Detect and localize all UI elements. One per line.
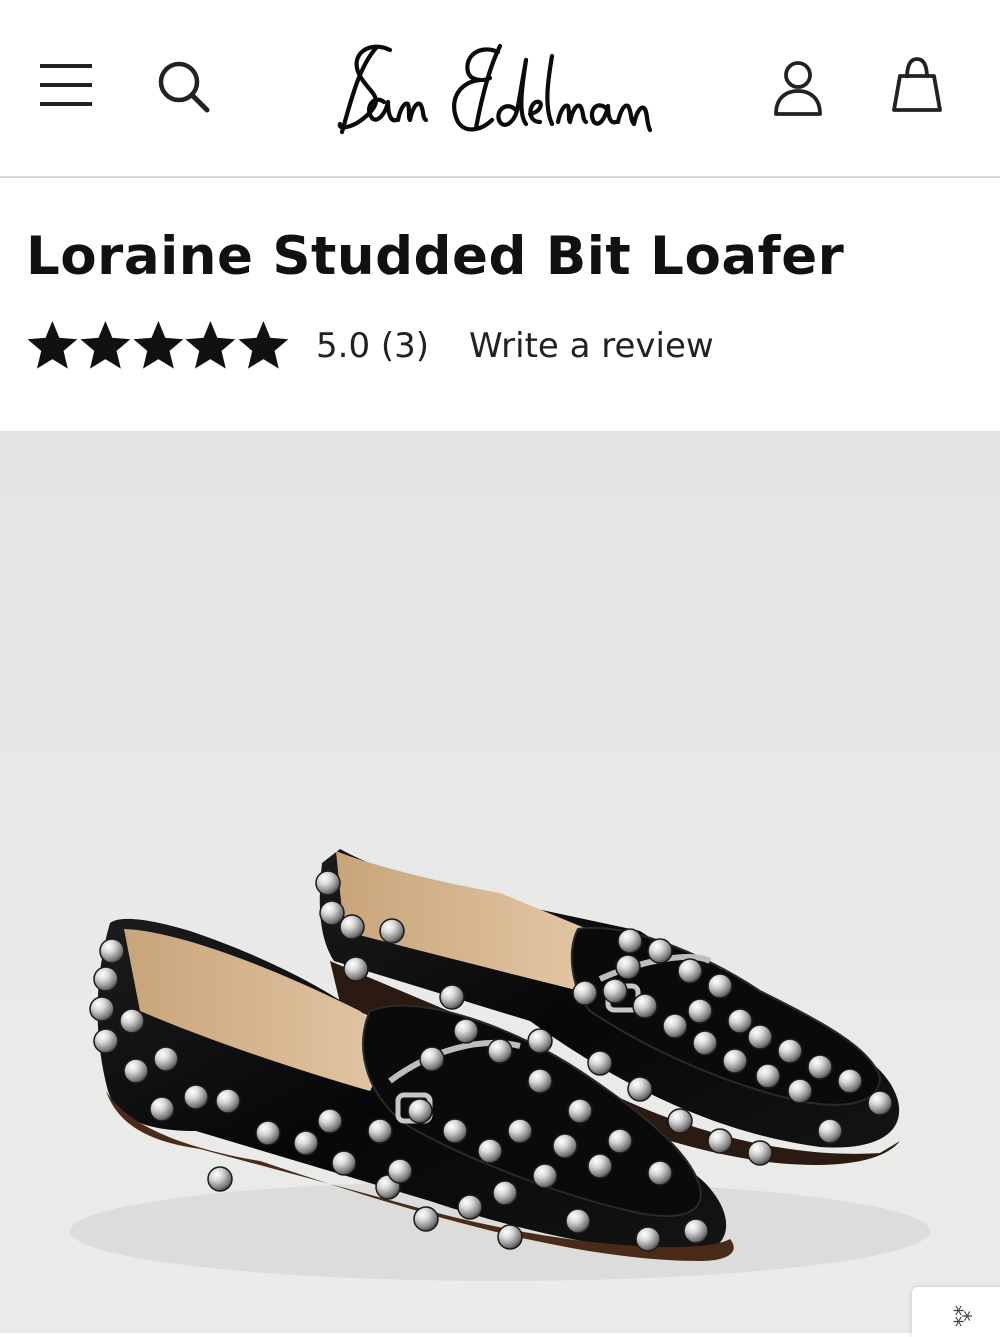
stud bbox=[777, 1038, 803, 1064]
stud bbox=[615, 954, 641, 980]
stud bbox=[722, 1048, 748, 1074]
stud bbox=[255, 1120, 281, 1146]
stud bbox=[419, 1046, 445, 1072]
stud bbox=[442, 1118, 468, 1144]
stud bbox=[367, 1118, 393, 1144]
stud bbox=[527, 1068, 553, 1094]
stud bbox=[477, 1138, 503, 1164]
stud bbox=[667, 1108, 693, 1134]
stud bbox=[527, 1028, 553, 1054]
stud bbox=[507, 1118, 533, 1144]
stud bbox=[457, 1194, 483, 1220]
stud bbox=[439, 984, 465, 1010]
stud bbox=[677, 958, 703, 984]
menu-icon[interactable] bbox=[38, 60, 94, 110]
star-icon bbox=[238, 320, 289, 369]
stud bbox=[215, 1088, 241, 1114]
stud bbox=[183, 1084, 209, 1110]
stud bbox=[837, 1068, 863, 1094]
stud bbox=[627, 1076, 653, 1102]
stud bbox=[532, 1163, 558, 1189]
search-icon[interactable] bbox=[155, 58, 211, 114]
stud bbox=[339, 914, 365, 940]
rating-stars[interactable] bbox=[26, 320, 290, 372]
shopping-bag-icon[interactable] bbox=[888, 54, 946, 114]
star-icon bbox=[80, 320, 131, 369]
stud bbox=[93, 966, 119, 992]
account-icon[interactable] bbox=[770, 58, 826, 118]
product-image[interactable] bbox=[0, 431, 1000, 1333]
site-header bbox=[0, 0, 1000, 178]
stud bbox=[331, 1150, 357, 1176]
stud bbox=[635, 1226, 661, 1252]
stud bbox=[123, 1058, 149, 1084]
stud bbox=[587, 1050, 613, 1076]
stud bbox=[647, 1160, 673, 1186]
stud bbox=[89, 996, 115, 1022]
stud bbox=[587, 1153, 613, 1179]
stud bbox=[207, 1166, 233, 1192]
stud bbox=[817, 1118, 843, 1144]
rating-value[interactable]: 5.0 (3) bbox=[316, 326, 429, 366]
stud bbox=[747, 1024, 773, 1050]
stud bbox=[807, 1054, 833, 1080]
stud bbox=[662, 1013, 688, 1039]
stud bbox=[607, 1128, 633, 1154]
side-widget-tab[interactable]: ⁂ bbox=[912, 1287, 1000, 1337]
stud bbox=[492, 1180, 518, 1206]
stud bbox=[387, 1158, 413, 1184]
stud bbox=[119, 1008, 145, 1034]
rating-row: 5.0 (3) Write a review bbox=[26, 318, 926, 374]
stud bbox=[497, 1224, 523, 1250]
stud bbox=[407, 1098, 433, 1124]
stud bbox=[867, 1090, 893, 1116]
stud bbox=[683, 1218, 709, 1244]
stud bbox=[315, 870, 341, 896]
stud bbox=[453, 1018, 479, 1044]
widget-glyph: ⁂ bbox=[949, 1305, 974, 1327]
stud bbox=[293, 1130, 319, 1156]
stud bbox=[567, 1098, 593, 1124]
stud bbox=[572, 980, 598, 1006]
stud bbox=[319, 900, 345, 926]
brand-logo[interactable] bbox=[330, 36, 670, 146]
stud bbox=[632, 993, 658, 1019]
star-icon bbox=[133, 320, 183, 369]
stud bbox=[755, 1063, 781, 1089]
stud bbox=[747, 1140, 773, 1166]
stud bbox=[687, 998, 713, 1024]
stud bbox=[413, 1206, 439, 1232]
stud bbox=[317, 1108, 343, 1134]
write-review-link[interactable]: Write a review bbox=[469, 326, 714, 366]
stud bbox=[379, 918, 405, 944]
stud bbox=[602, 978, 628, 1004]
stud bbox=[647, 938, 673, 964]
stud bbox=[153, 1046, 179, 1072]
stud bbox=[343, 956, 369, 982]
star-icon bbox=[27, 320, 78, 369]
stud bbox=[93, 1028, 119, 1054]
stud bbox=[552, 1133, 578, 1159]
stud bbox=[787, 1078, 813, 1104]
stud bbox=[99, 938, 125, 964]
stud bbox=[565, 1208, 591, 1234]
stud bbox=[707, 973, 733, 999]
stud bbox=[617, 928, 643, 954]
product-title: Loraine Studded Bit Loafer bbox=[26, 226, 845, 287]
stud bbox=[149, 1096, 175, 1122]
stud bbox=[692, 1030, 718, 1056]
stud bbox=[707, 1128, 733, 1154]
star-icon bbox=[185, 320, 236, 369]
product-photo bbox=[70, 849, 930, 1281]
stud bbox=[727, 1008, 753, 1034]
stud bbox=[487, 1038, 513, 1064]
